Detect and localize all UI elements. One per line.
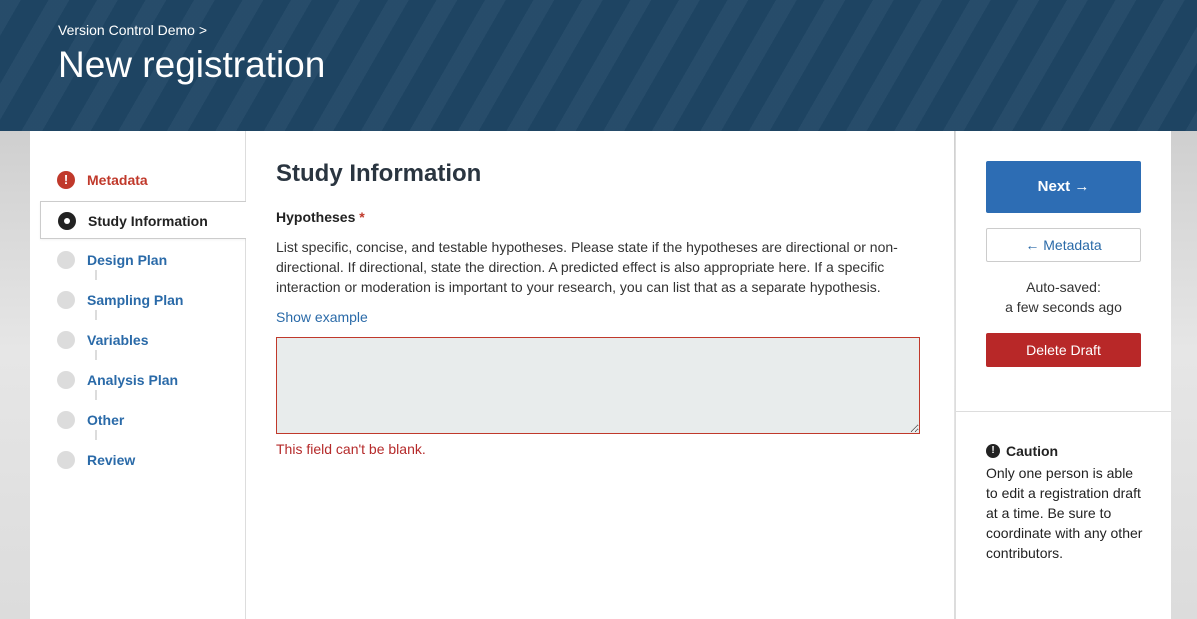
next-button[interactable]: Next → <box>986 161 1141 213</box>
previous-metadata-button[interactable]: ← Metadata <box>986 228 1141 262</box>
caution-title: Caution <box>1006 443 1059 459</box>
step-analysis-plan[interactable]: Analysis Plan <box>30 361 245 399</box>
show-example-link[interactable]: Show example <box>276 309 368 325</box>
step-connector <box>95 430 97 440</box>
step-circle-icon <box>57 251 75 269</box>
step-other[interactable]: Other <box>30 401 245 439</box>
step-circle-icon <box>57 291 75 309</box>
autosave-time: a few seconds ago <box>1005 299 1122 315</box>
error-icon: ! <box>57 171 75 189</box>
actions-sidebar: Next → ← Metadata Auto-saved: a few seco… <box>955 131 1171 619</box>
breadcrumb[interactable]: Version Control Demo > <box>58 22 207 38</box>
step-circle-icon <box>57 411 75 429</box>
step-circle-icon <box>57 451 75 469</box>
field-error-message: This field can't be blank. <box>276 441 426 457</box>
field-label-text: Hypotheses <box>276 209 356 225</box>
step-design-plan[interactable]: Design Plan <box>30 241 245 279</box>
step-sampling-plan[interactable]: Sampling Plan <box>30 281 245 319</box>
step-circle-icon <box>57 371 75 389</box>
caution-text: Only one person is able to edit a regist… <box>986 465 1143 561</box>
form-panel: Study Information Hypotheses * List spec… <box>246 131 954 619</box>
step-label: Variables <box>87 332 149 348</box>
field-help-text: List specific, concise, and testable hyp… <box>276 239 898 295</box>
step-label: Review <box>87 452 136 468</box>
current-step-icon <box>58 212 76 230</box>
divider <box>956 411 1171 412</box>
step-connector <box>95 270 97 280</box>
step-connector <box>95 310 97 320</box>
autosave-label: Auto-saved: <box>1026 279 1101 295</box>
hypotheses-textarea[interactable] <box>276 337 920 434</box>
steps-sidebar: ! Metadata Study Information Design Plan… <box>30 131 246 619</box>
step-label: Metadata <box>87 172 148 188</box>
step-circle-icon <box>57 331 75 349</box>
step-label: Design Plan <box>87 252 168 268</box>
step-connector <box>95 390 97 400</box>
step-label: Other <box>87 412 125 428</box>
step-study-information[interactable]: Study Information <box>40 201 246 239</box>
field-label: Hypotheses * <box>276 209 365 225</box>
caution-heading: ! Caution <box>986 443 1058 459</box>
step-metadata[interactable]: ! Metadata <box>30 161 245 199</box>
step-connector <box>95 350 97 360</box>
step-review[interactable]: Review <box>30 441 245 479</box>
section-title: Study Information <box>276 160 482 187</box>
step-label: Study Information <box>88 213 208 229</box>
step-label: Analysis Plan <box>87 372 179 388</box>
page-title: New registration <box>58 44 326 85</box>
autosave-status: Auto-saved: a few seconds ago <box>986 277 1141 317</box>
delete-draft-button[interactable]: Delete Draft <box>986 333 1141 367</box>
page-header: Version Control Demo > New registration <box>0 0 1197 131</box>
required-marker: * <box>359 209 365 225</box>
step-label: Sampling Plan <box>87 292 184 308</box>
alert-icon: ! <box>986 444 1000 458</box>
step-variables[interactable]: Variables <box>30 321 245 359</box>
